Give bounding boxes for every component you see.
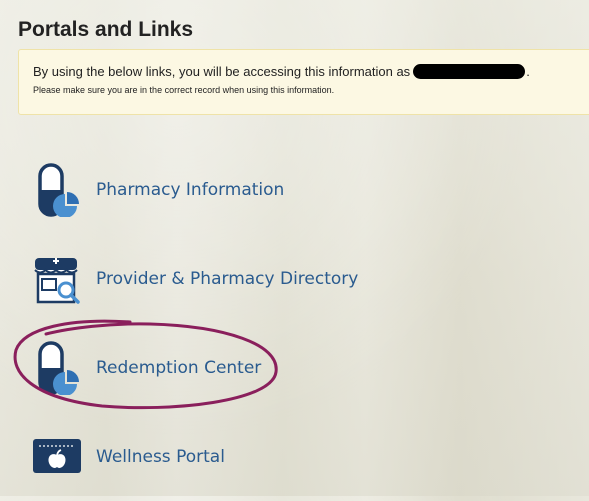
link-wellness-portal[interactable]: Wellness Portal: [30, 412, 358, 501]
portal-links-list: Pharmacy Information Provider & Pharmacy…: [30, 145, 358, 501]
link-provider-pharmacy-directory[interactable]: Provider & Pharmacy Directory: [30, 234, 358, 323]
pill-chart-icon: [30, 340, 84, 395]
notice-box: By using the below links, you will be ac…: [18, 49, 589, 115]
page-title: Portals and Links: [18, 18, 194, 41]
link-label[interactable]: Pharmacy Information: [96, 180, 284, 200]
link-pharmacy-information[interactable]: Pharmacy Information: [30, 145, 358, 234]
notice-text: By using the below links, you will be ac…: [33, 64, 411, 79]
link-label[interactable]: Provider & Pharmacy Directory: [96, 269, 358, 289]
notice-warning: Please make sure you are in the correct …: [33, 85, 335, 95]
wellness-card-icon: [30, 430, 84, 484]
redaction-mark: [413, 64, 526, 79]
link-redemption-center[interactable]: Redemption Center: [30, 323, 358, 412]
notice-text-end: .: [526, 64, 530, 79]
pill-chart-icon: [30, 162, 84, 217]
notice-line1: By using the below links, you will be ac…: [33, 63, 589, 80]
clinic-search-icon: [30, 252, 84, 306]
link-label[interactable]: Redemption Center: [96, 358, 261, 378]
link-label[interactable]: Wellness Portal: [96, 447, 225, 467]
